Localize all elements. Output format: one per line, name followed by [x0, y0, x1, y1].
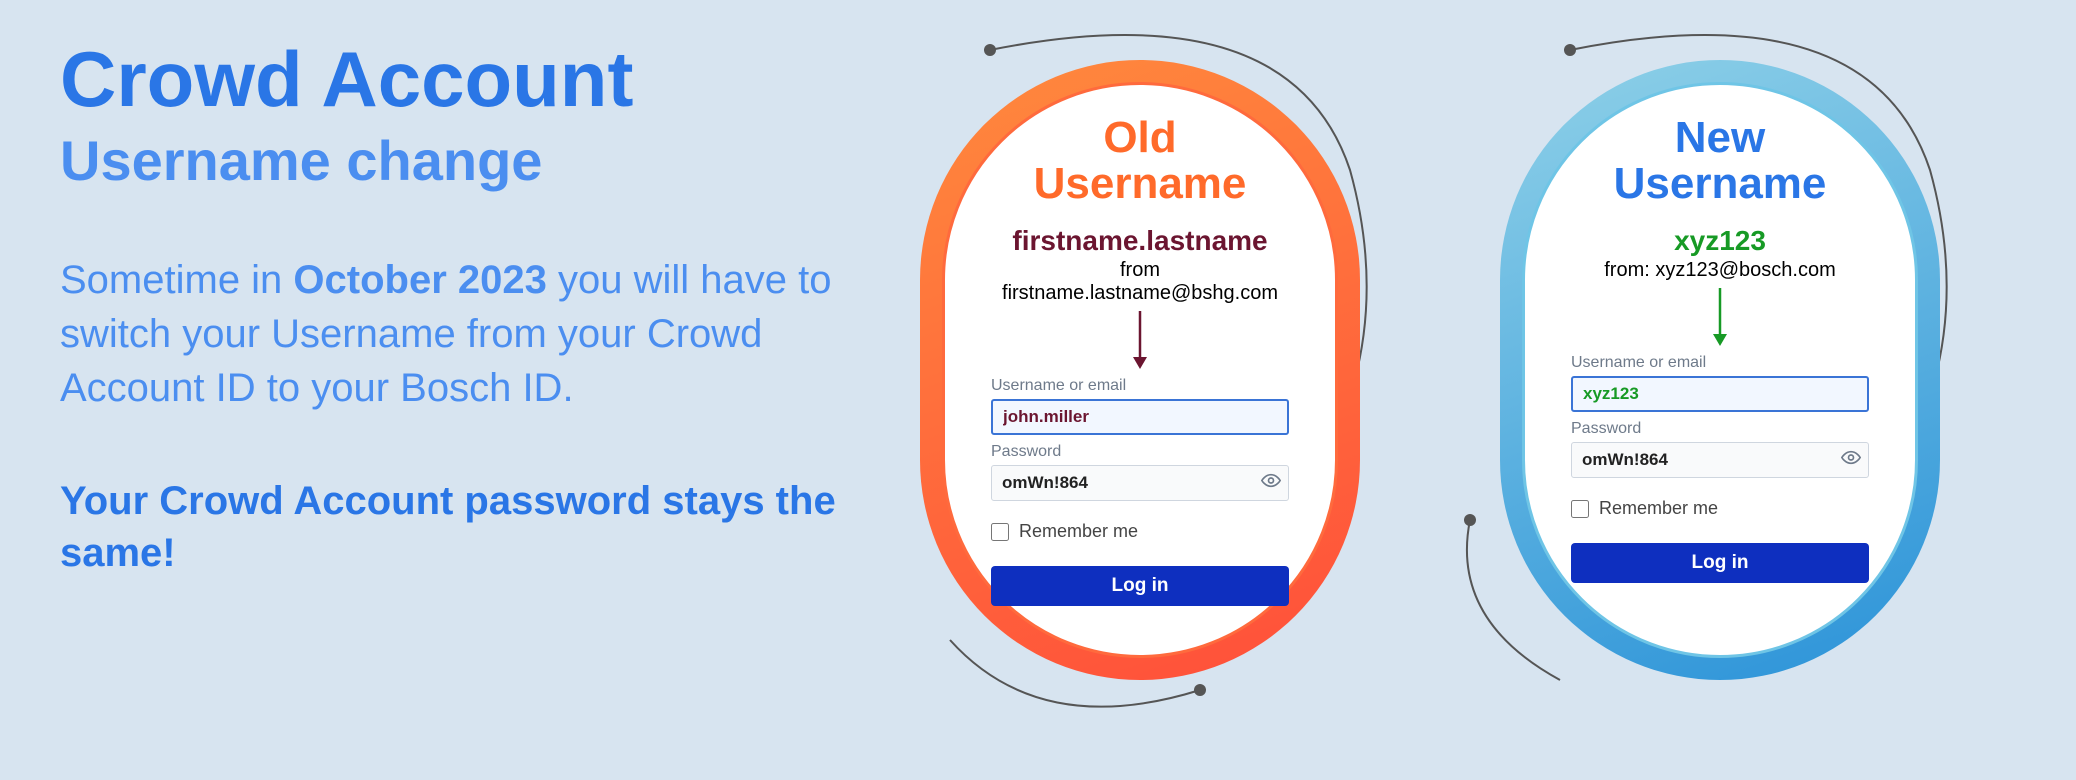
remember-me-checkbox[interactable] — [1571, 500, 1589, 518]
password-label: Password — [1571, 420, 1869, 438]
new-title-l2: Username — [1614, 159, 1827, 208]
password-field[interactable] — [1571, 442, 1869, 478]
old-format-pattern: firstname.lastname — [985, 225, 1295, 257]
old-username-card: Old Username firstname.lastname from fir… — [920, 60, 1360, 680]
username-label: Username or email — [991, 377, 1289, 395]
username-field[interactable] — [1571, 376, 1869, 412]
password-label: Password — [991, 443, 1289, 461]
page-title-line1: Crowd Account — [60, 40, 840, 118]
new-login-form: Username or email Password Remember me L… — [1565, 354, 1875, 583]
remember-me-label: Remember me — [1599, 498, 1718, 519]
new-username-card: New Username xyz123 from: xyz123@bosch.c… — [1500, 60, 1940, 680]
body-pre: Sometime in — [60, 258, 293, 302]
eye-icon[interactable] — [1261, 471, 1281, 496]
remember-me-checkbox[interactable] — [991, 523, 1009, 541]
footer-text: Your Crowd Account password stays the sa… — [60, 475, 840, 579]
arrow-down-icon — [1710, 288, 1730, 346]
old-from-line: from firstname.lastname@bshg.com — [985, 259, 1295, 305]
info-panel: Crowd Account Username change Sometime i… — [60, 40, 840, 579]
arrow-down-icon — [1130, 311, 1150, 369]
login-button[interactable]: Log in — [1571, 543, 1869, 583]
new-from-line: from: xyz123@bosch.com — [1565, 259, 1875, 282]
password-field[interactable] — [991, 465, 1289, 501]
login-button[interactable]: Log in — [991, 566, 1289, 606]
page-title-line2: Username change — [60, 128, 840, 193]
eye-icon[interactable] — [1841, 448, 1861, 473]
new-card-title: New Username — [1565, 115, 1875, 207]
old-title-l2: Username — [1034, 159, 1247, 208]
username-field[interactable] — [991, 399, 1289, 435]
remember-me-row[interactable]: Remember me — [1571, 498, 1869, 519]
remember-me-row[interactable]: Remember me — [991, 521, 1289, 542]
new-title-l1: New — [1675, 113, 1765, 162]
old-title-l1: Old — [1103, 113, 1176, 162]
old-login-form: Username or email Password Remember me L… — [985, 377, 1295, 606]
username-label: Username or email — [1571, 354, 1869, 372]
remember-me-label: Remember me — [1019, 521, 1138, 542]
old-card-title: Old Username — [985, 115, 1295, 207]
body-text: Sometime in October 2023 you will have t… — [60, 253, 840, 415]
body-bold: October 2023 — [293, 258, 546, 302]
new-format-pattern: xyz123 — [1565, 225, 1875, 257]
